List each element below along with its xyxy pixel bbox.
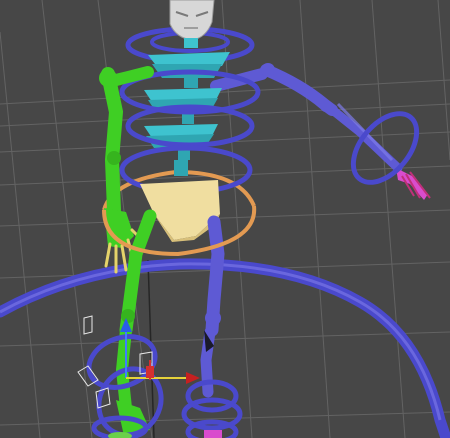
ground-grid — [0, 0, 450, 438]
scene-canvas[interactable] — [0, 0, 450, 438]
root-control-ring[interactable] — [0, 258, 450, 438]
3d-viewport[interactable] — [0, 0, 450, 438]
head-mesh[interactable] — [169, 0, 215, 48]
right-foot-marker — [204, 430, 222, 438]
